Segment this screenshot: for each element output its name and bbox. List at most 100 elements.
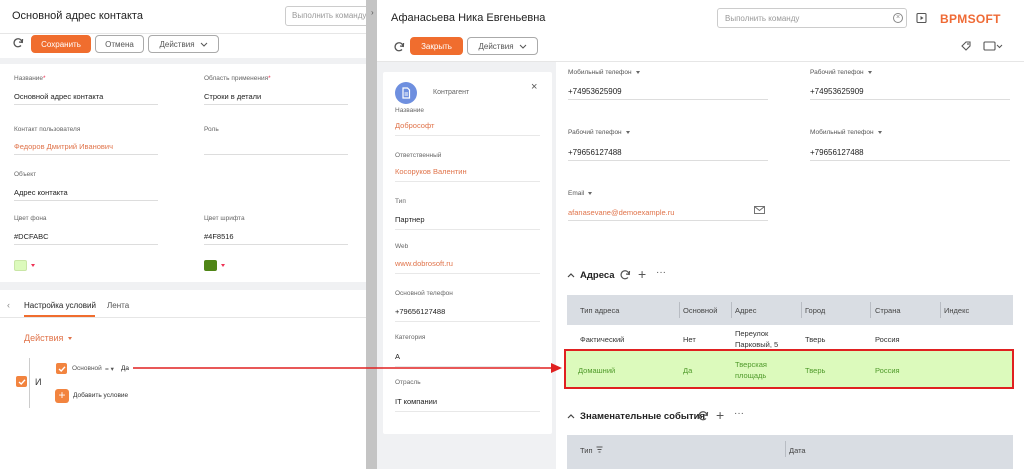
object-field-value[interactable]: Адрес контакта — [14, 188, 68, 197]
cell-address-line2: площадь — [735, 371, 767, 380]
video-play-icon[interactable] — [916, 12, 928, 24]
tab-conditions[interactable]: Настройка условий — [24, 301, 96, 310]
close-button[interactable]: Закрыть — [410, 37, 463, 55]
refresh-icon[interactable] — [12, 37, 24, 49]
comm-value-3[interactable]: +79656127488 — [568, 148, 622, 157]
comm-value-2[interactable]: +74953625909 — [810, 87, 864, 96]
comm-label-1[interactable]: Мобильный телефон — [568, 69, 640, 76]
toolbar-divider — [0, 58, 366, 64]
sort-icon[interactable] — [596, 446, 603, 453]
condition-operator[interactable]: = ▾ — [105, 365, 114, 373]
chevron-up-icon[interactable] — [567, 272, 575, 278]
card-phone-value[interactable]: +79656127488 — [395, 307, 445, 316]
addresses-title: Адреса — [580, 270, 615, 281]
card-type-value[interactable]: Партнер — [395, 215, 425, 224]
card-category-value[interactable]: А — [395, 352, 400, 361]
name-field-value[interactable]: Основной адрес контакта — [14, 92, 103, 101]
col-event-type[interactable]: Тип — [580, 446, 593, 455]
comm-label-4[interactable]: Мобильный телефон — [810, 129, 882, 136]
entity-type: Контрагент — [433, 89, 470, 96]
col-city[interactable]: Город — [805, 306, 825, 315]
table-row[interactable] — [567, 325, 1013, 349]
field-underline — [568, 160, 768, 161]
caret-down-icon[interactable] — [31, 264, 35, 267]
caret-down-icon[interactable] — [221, 264, 225, 267]
chevron-up-icon[interactable] — [567, 413, 575, 419]
account-avatar — [395, 82, 417, 104]
command-input[interactable]: Выполнить команду — [717, 8, 907, 28]
window-divider[interactable] — [366, 0, 377, 469]
cell-country: Россия — [875, 366, 900, 375]
add-condition-icon[interactable]: + — [55, 389, 69, 403]
tab-feed[interactable]: Лента — [107, 301, 129, 310]
condition-value[interactable]: Да — [121, 365, 129, 372]
col-address[interactable]: Адрес — [735, 306, 756, 315]
bg-color-value[interactable]: #DCFABC — [14, 232, 49, 241]
comm-value-4[interactable]: +79656127488 — [810, 148, 864, 157]
comm-label-3[interactable]: Рабочий телефон — [568, 129, 630, 136]
comm-label-email[interactable]: Email — [568, 190, 593, 197]
card-name-link[interactable]: Добрософт — [395, 121, 434, 130]
condition-field[interactable]: Основной — [72, 365, 102, 372]
scope-field-value[interactable]: Строки в детали — [204, 92, 261, 101]
card-owner-label: Ответственный — [395, 152, 442, 159]
col-event-date[interactable]: Дата — [789, 446, 806, 455]
chevron-left-icon[interactable]: ‹ — [7, 300, 10, 310]
user-contact-link[interactable]: Федоров Дмитрий Иванович — [14, 142, 113, 151]
field-underline — [395, 321, 540, 322]
actions-label: Действия — [478, 41, 514, 51]
envelope-icon[interactable] — [754, 206, 765, 214]
add-icon[interactable]: + — [638, 266, 646, 282]
field-underline — [395, 181, 540, 182]
save-button[interactable]: Сохранить — [31, 35, 91, 53]
bg-color-swatch[interactable] — [14, 260, 27, 271]
close-icon[interactable]: × — [531, 81, 537, 93]
events-title: Знаменательные события — [580, 411, 705, 422]
clear-icon[interactable]: × — [893, 13, 903, 23]
chevron-down-icon — [519, 44, 526, 49]
chevron-right-icon[interactable]: › — [371, 8, 374, 17]
field-underline — [395, 229, 540, 230]
refresh-icon[interactable] — [393, 41, 405, 53]
card-category-label: Категория — [395, 334, 426, 341]
refresh-icon[interactable] — [619, 269, 631, 281]
more-icon[interactable]: ··· — [656, 267, 666, 278]
condition-checkbox[interactable] — [56, 363, 67, 374]
card-owner-link[interactable]: Косоруков Валентин — [395, 167, 467, 176]
field-underline — [810, 160, 1010, 161]
group-checkbox[interactable] — [16, 376, 27, 387]
actions-dropdown[interactable]: Действия — [467, 37, 538, 55]
conditions-actions-dropdown[interactable]: Действия — [24, 333, 73, 343]
col-zip[interactable]: Индекс — [944, 306, 969, 315]
bg-color-label: Цвет фона — [14, 215, 47, 222]
col-country[interactable]: Страна — [875, 306, 901, 315]
more-icon[interactable]: ··· — [734, 408, 744, 419]
card-name-label: Название — [395, 107, 425, 114]
email-link[interactable]: afanasevane@demoexample.ru — [568, 208, 674, 217]
table-row-highlighted[interactable] — [564, 349, 1014, 389]
cell-address-type: Домашний — [578, 366, 616, 375]
actions-dropdown[interactable]: Действия — [148, 35, 219, 53]
col-separator — [870, 302, 871, 318]
col-address-type[interactable]: Тип адреса — [580, 306, 619, 315]
font-color-swatch[interactable] — [204, 260, 217, 271]
comm-label-2[interactable]: Рабочий телефон — [810, 69, 872, 76]
contact-title: Афанасьева Ника Евгеньевна — [391, 12, 546, 24]
print-icon[interactable] — [983, 40, 1003, 52]
font-color-value[interactable]: #4F8516 — [204, 232, 234, 241]
card-industry-value[interactable]: IT компании — [395, 397, 437, 406]
add-condition-link[interactable]: Добавить условие — [73, 392, 128, 399]
check-icon — [58, 365, 66, 372]
field-underline — [568, 220, 768, 221]
cancel-button[interactable]: Отмена — [95, 35, 144, 53]
col-primary[interactable]: Основной — [683, 306, 717, 315]
col-separator — [940, 302, 941, 318]
tag-icon[interactable] — [960, 40, 972, 52]
refresh-icon[interactable] — [697, 410, 709, 422]
group-operator[interactable]: И — [35, 377, 41, 387]
cell-address-line1: Тверская — [735, 360, 767, 369]
comm-value-1[interactable]: +74953625909 — [568, 87, 622, 96]
card-web-link[interactable]: www.dobrosoft.ru — [395, 259, 453, 268]
add-icon[interactable]: + — [716, 407, 724, 423]
rule-editor-toolbar: Сохранить Отмена Действия — [0, 34, 366, 58]
